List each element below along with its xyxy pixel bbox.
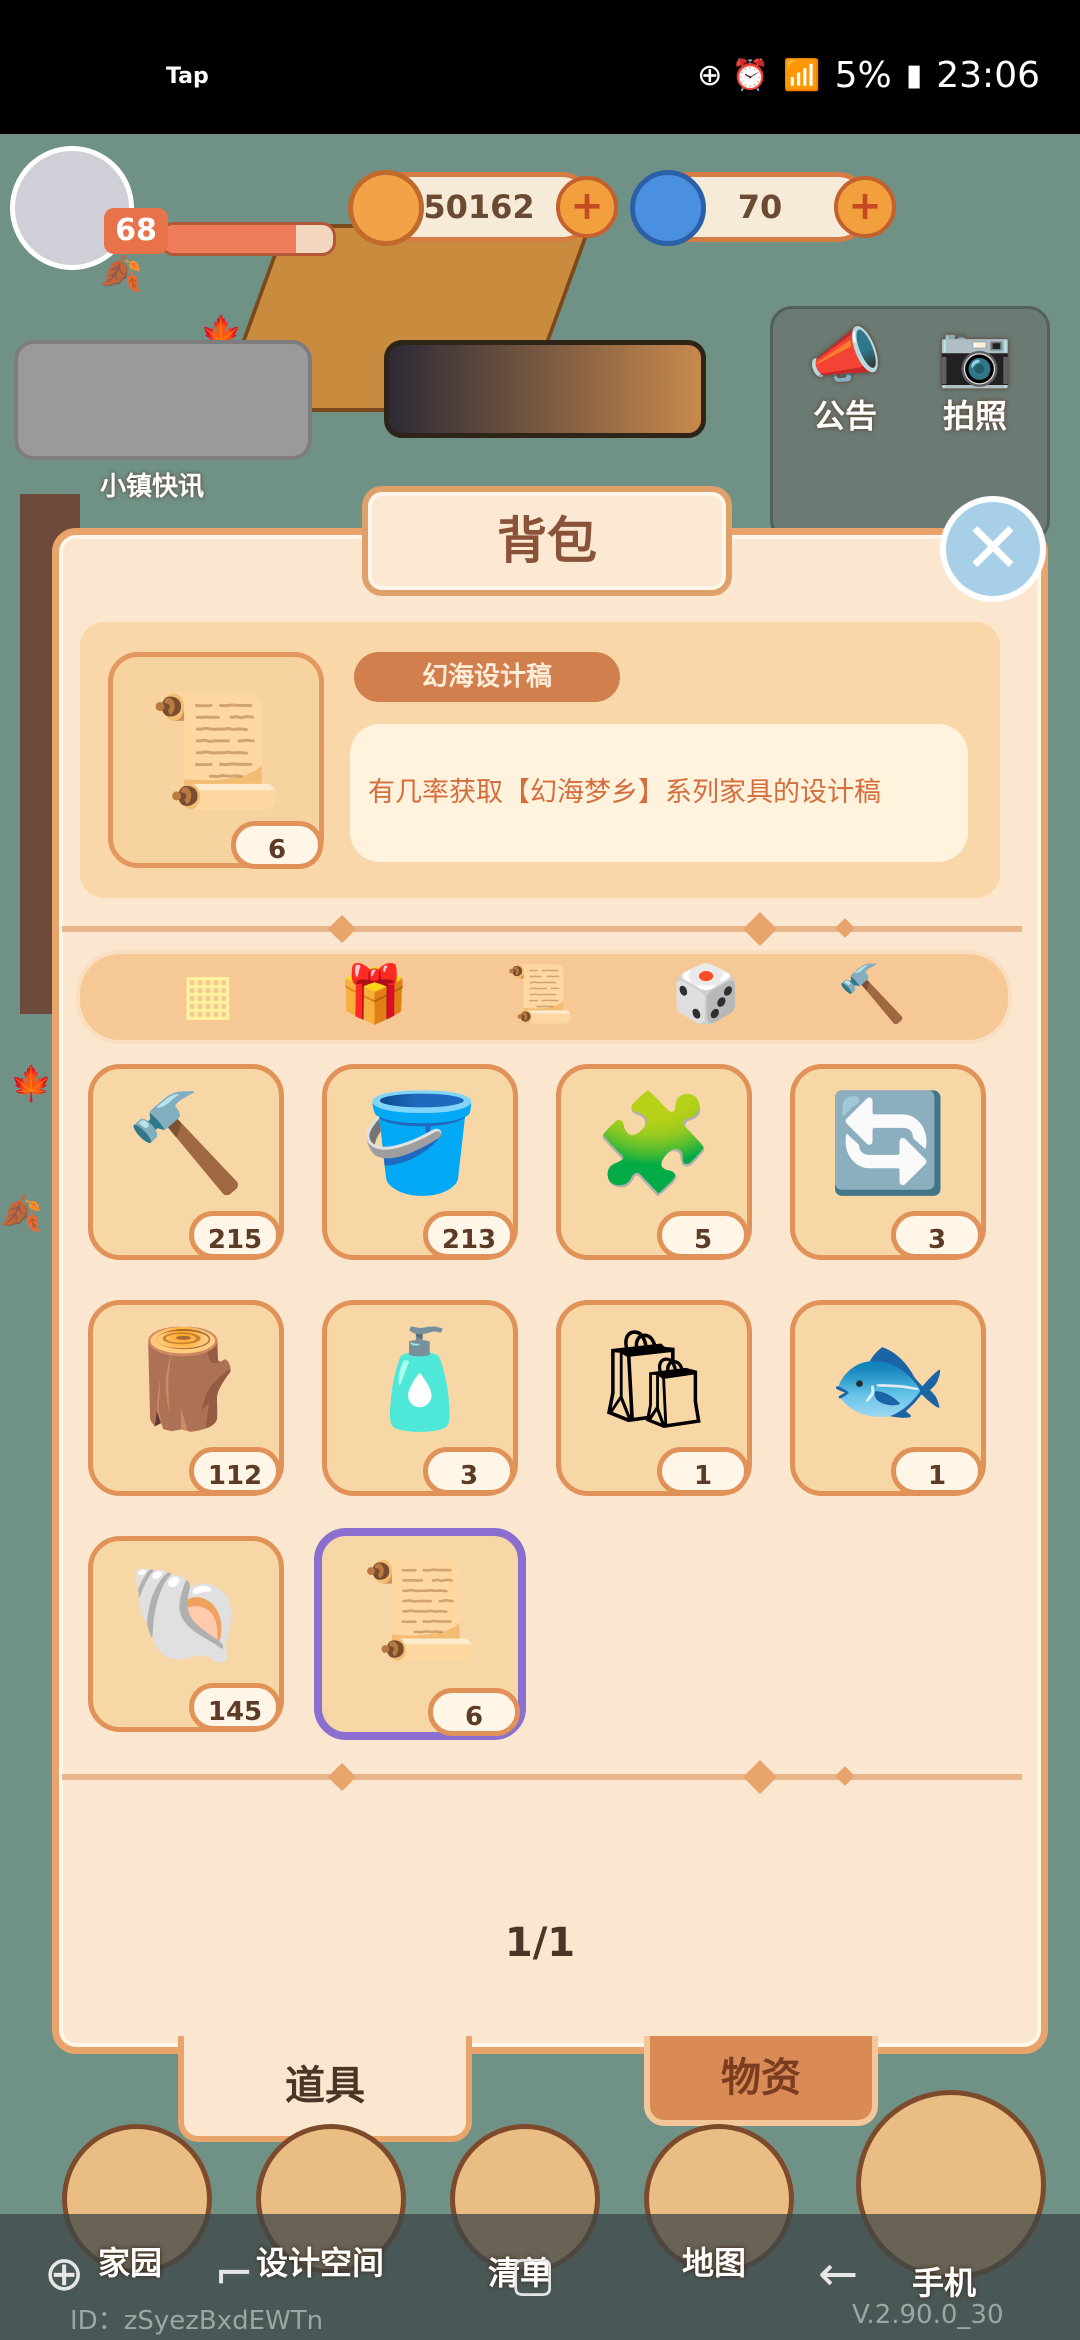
category-tab-hammer[interactable]: 🔨 <box>836 958 908 1030</box>
status-bar: Tap ⊕ ⏰ 📶 5% ▮ 23:06 <box>0 0 1080 134</box>
player-id: ID：zSyezBxdEWTn <box>70 2306 324 2336</box>
selected-item-description: 有几率获取【幻海梦乡】系列家具的设计稿 <box>350 724 968 862</box>
tab-materials[interactable]: 物资 <box>644 2036 878 2126</box>
category-tab-dice[interactable]: 🎲 <box>670 958 742 1030</box>
tab-materials-label: 物资 <box>721 2055 801 2101</box>
announcement-label: 公告 <box>812 397 877 435</box>
status-right: ⊕ ⏰ 📶 5% ▮ 23:06 <box>697 55 1040 96</box>
dialog-title: 背包 <box>362 486 732 596</box>
wifi-signal-icon: 📶 <box>783 58 821 93</box>
category-tab-gift-box[interactable]: 🎁 <box>338 958 410 1030</box>
player-level: 68 <box>104 208 168 254</box>
item-count: 6 <box>428 1688 520 1736</box>
photo-button[interactable]: 📷 拍照 <box>920 320 1030 437</box>
inventory-slot[interactable]: 📜 6 <box>314 1528 526 1740</box>
clock: 23:06 <box>936 55 1040 96</box>
item-count: 1 <box>891 1447 983 1495</box>
status-app-label: Tap <box>166 64 209 89</box>
town-news-label: 小镇快讯 <box>100 472 205 502</box>
divider <box>62 926 1022 932</box>
megaphone-icon: 📣 <box>807 321 883 391</box>
autumn-leaves: 🍁 <box>10 1064 53 1104</box>
design-scroll-icon: 📜 <box>360 1554 480 1666</box>
category-tab-scroll[interactable]: 📜 <box>504 958 576 1030</box>
close-button[interactable]: ✕ <box>940 496 1046 602</box>
item-count: 1 <box>657 1447 749 1495</box>
nav-phone-label: 手机 <box>912 2264 977 2302</box>
notification-icons: ⊕ ⏰ <box>697 58 770 93</box>
back-icon[interactable]: ← <box>818 2246 858 2302</box>
scroll-icon: 📜 <box>505 962 575 1027</box>
coin-value: 50162 <box>423 188 535 226</box>
inventory-slot[interactable]: 🔄 3 <box>790 1064 986 1260</box>
item-count: 3 <box>891 1211 983 1259</box>
design-scroll-icon: 📜 <box>147 687 285 815</box>
selected-item-count: 6 <box>231 821 323 869</box>
paint-bucket-icon: 🪣 <box>360 1087 480 1199</box>
item-count: 5 <box>657 1211 749 1259</box>
sacks-icon: 🛍 <box>593 1323 715 1435</box>
wood-logs-icon: 🪵 <box>126 1323 246 1435</box>
shell-icon: 🐚 <box>126 1559 246 1671</box>
version-label: V.2.90.0_30 <box>852 2300 1004 2330</box>
glue-bottle-icon: 🧴 <box>360 1323 480 1435</box>
day-night-indicator <box>384 340 706 438</box>
exchange-card-icon: 🔄 <box>828 1087 948 1199</box>
xp-bar-fill <box>163 225 296 253</box>
add-gems-button[interactable]: + <box>834 176 896 238</box>
item-count: 215 <box>189 1211 281 1259</box>
puzzle-piece-icon: 🧩 <box>594 1087 714 1199</box>
photo-label: 拍照 <box>942 397 1007 435</box>
grid-icon: ▦ <box>181 961 235 1027</box>
item-count: 3 <box>423 1447 515 1495</box>
item-count: 213 <box>423 1211 515 1259</box>
swirl-gem-icon <box>630 170 706 246</box>
inventory-slot[interactable]: 🐚 145 <box>88 1536 284 1732</box>
page-indicator: 1/1 <box>504 1920 576 1966</box>
autumn-leaves: 🍂 <box>0 1194 43 1234</box>
inventory-slot[interactable]: 🧩 5 <box>556 1064 752 1260</box>
recent-apps-icon[interactable]: ⌐ <box>214 2246 254 2302</box>
game-controller-icon[interactable]: ⊕ <box>44 2246 84 2302</box>
nav-map-label: 地图 <box>682 2244 747 2282</box>
home-icon[interactable]: ▢ <box>510 2246 555 2302</box>
coin-icon <box>348 170 424 246</box>
tab-props-label: 道具 <box>285 2063 365 2109</box>
divider <box>62 1774 1022 1780</box>
xp-bar <box>160 222 336 256</box>
autumn-leaves: 🍂 <box>100 254 143 294</box>
fish-box-icon: 🐟 <box>828 1323 948 1435</box>
dice-icon: 🎲 <box>671 962 741 1027</box>
hammer-icon: 🔨 <box>837 962 907 1027</box>
inventory-slot[interactable]: 🔨 215 <box>88 1064 284 1260</box>
inventory-slot[interactable]: 🪣 213 <box>322 1064 518 1260</box>
inventory-slot[interactable]: 🪵 112 <box>88 1300 284 1496</box>
inventory-slot[interactable]: 🐟 1 <box>790 1300 986 1496</box>
gem-value: 70 <box>737 188 783 226</box>
selected-item-icon: 📜 6 <box>108 652 324 869</box>
announcement-button[interactable]: 📣 公告 <box>790 320 900 437</box>
nav-home-label: 家园 <box>98 2244 163 2282</box>
category-tab-grid[interactable]: ▦ <box>172 958 244 1030</box>
selected-item-name: 幻海设计稿 <box>354 652 620 702</box>
battery-icon: ▮ <box>905 58 923 93</box>
town-news-panel[interactable] <box>14 340 312 460</box>
gift-box-icon: 🎁 <box>339 962 409 1027</box>
nav-design-label: 设计空间 <box>256 2244 385 2282</box>
battery-percent: 5% <box>834 55 892 96</box>
hammer-icon: 🔨 <box>126 1087 246 1199</box>
inventory-slot[interactable]: 🛍 1 <box>556 1300 752 1496</box>
inventory-slot[interactable]: 🧴 3 <box>322 1300 518 1496</box>
item-count: 145 <box>189 1683 281 1731</box>
item-count: 112 <box>189 1447 281 1495</box>
camera-icon: 📷 <box>937 321 1013 391</box>
add-coins-button[interactable]: + <box>556 176 618 238</box>
